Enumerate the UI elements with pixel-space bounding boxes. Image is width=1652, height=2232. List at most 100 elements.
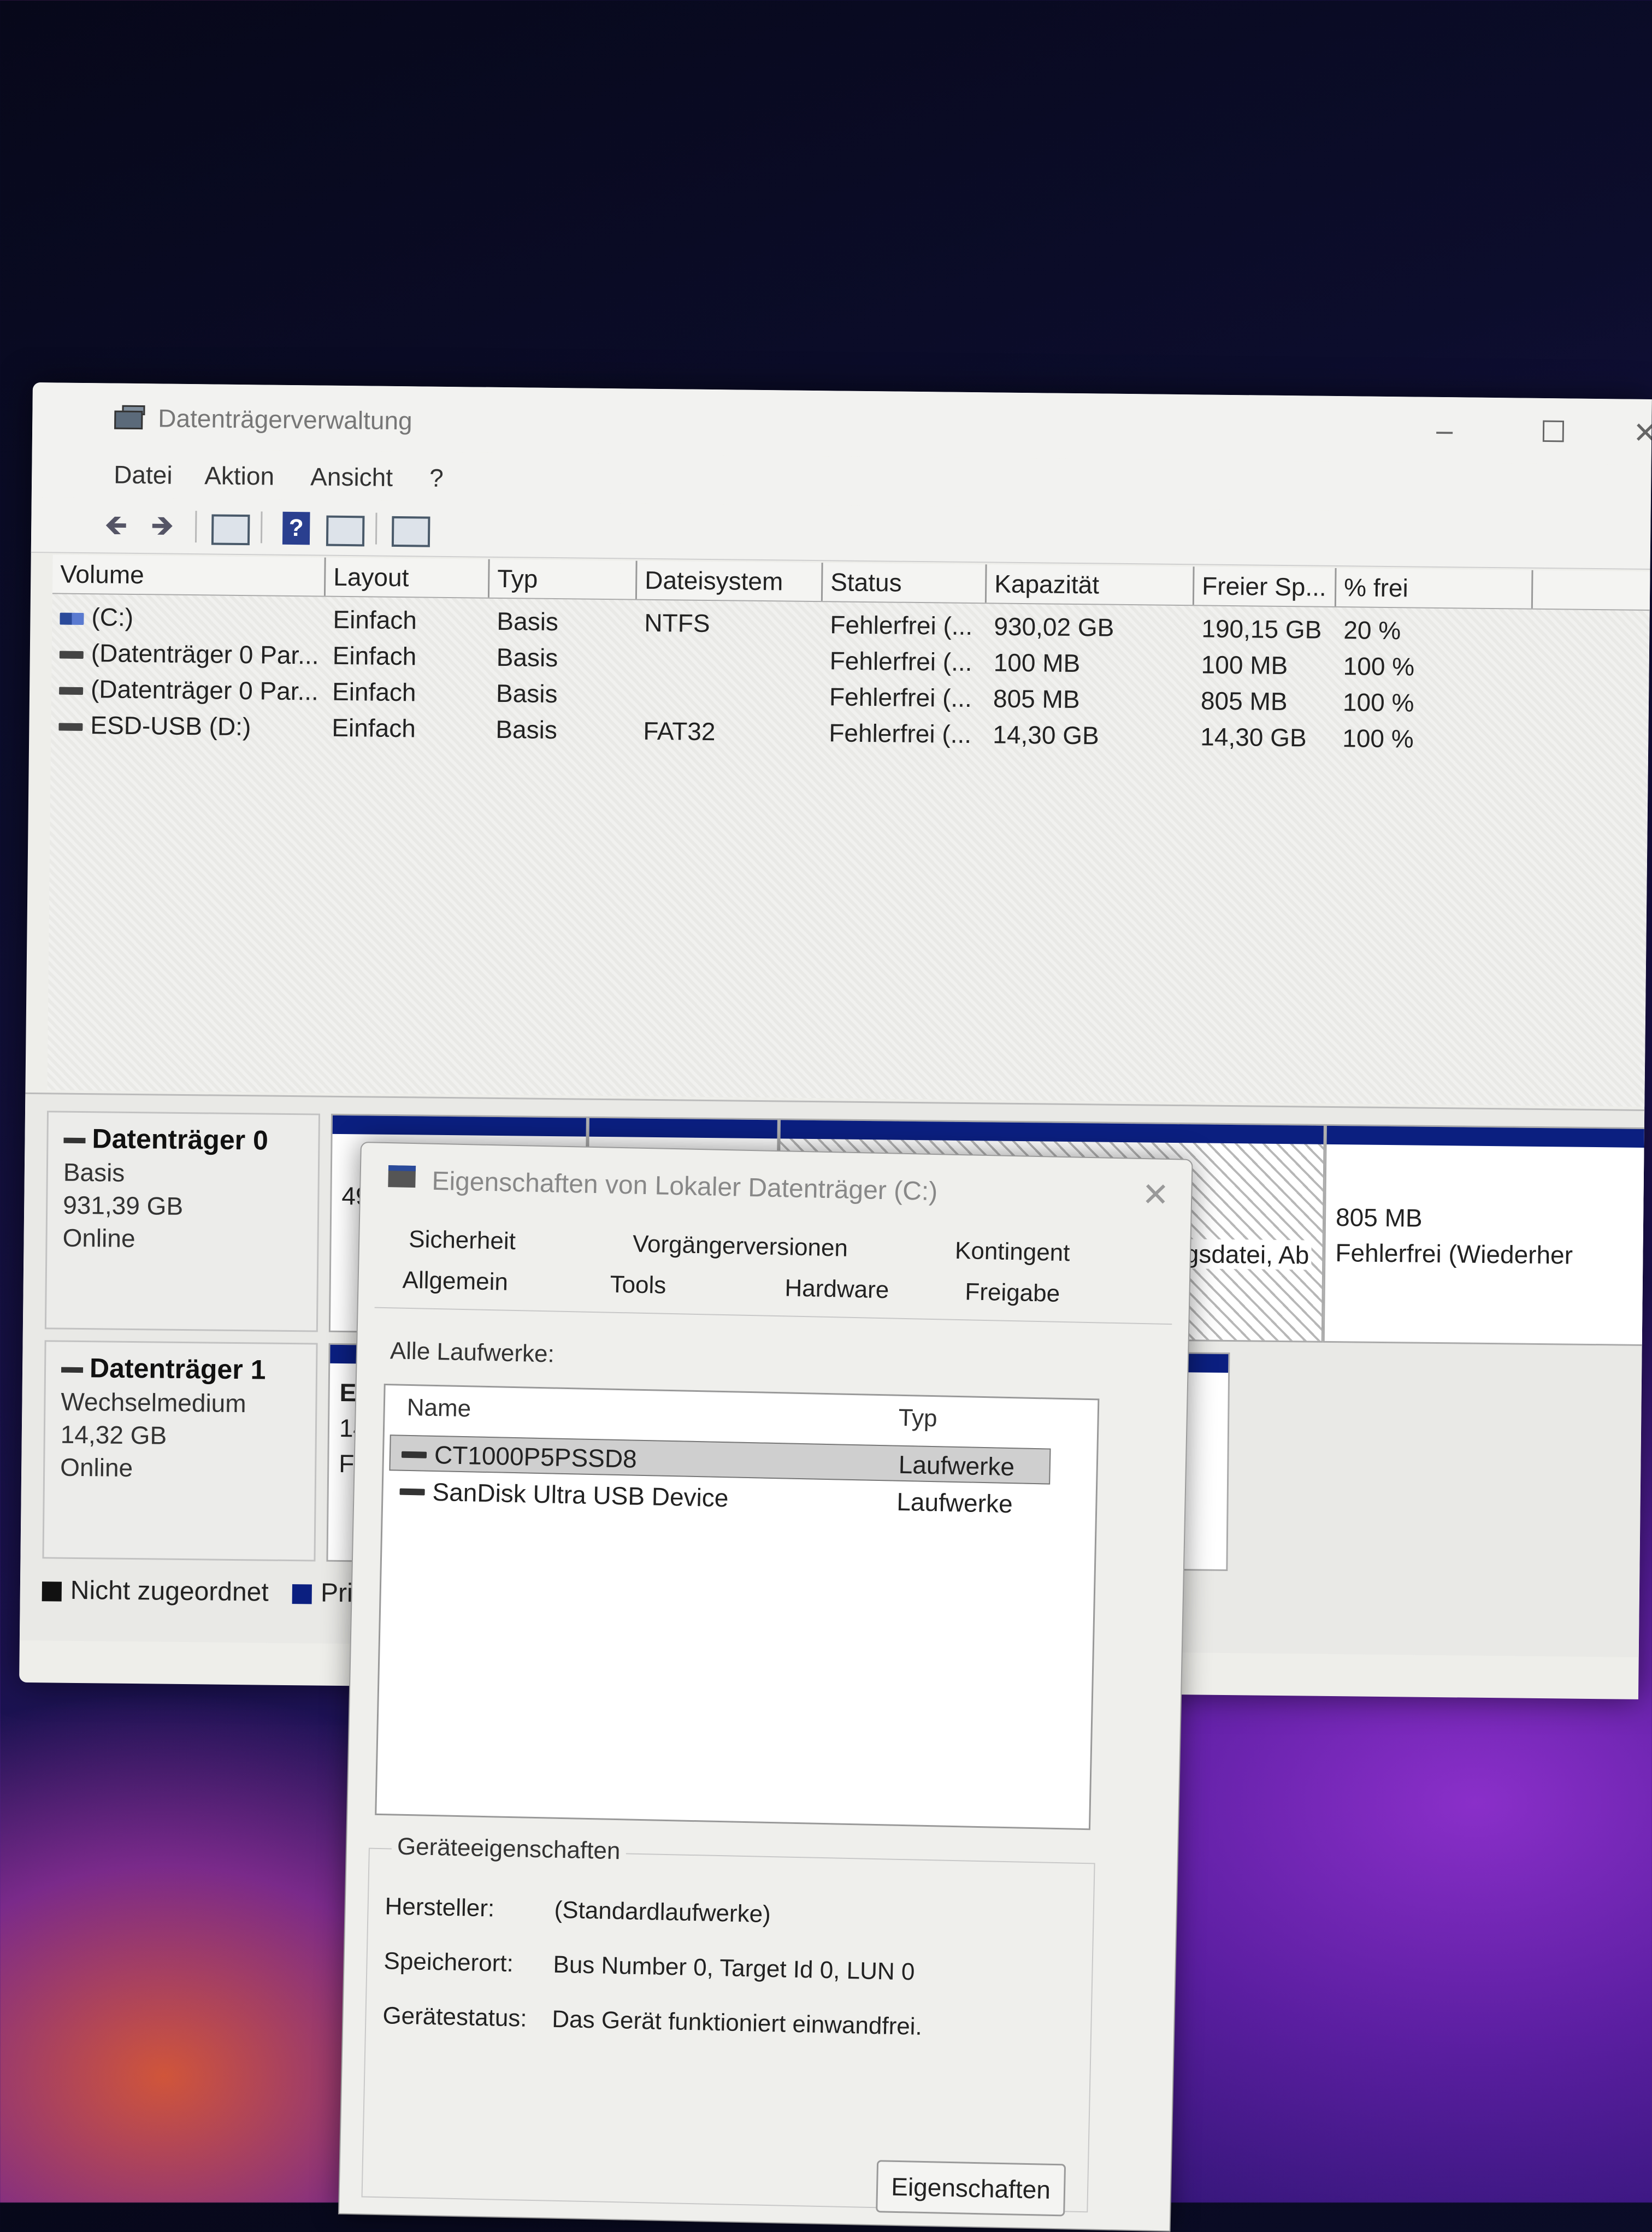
cell-layout: Einfach bbox=[332, 641, 417, 671]
menu-aktion[interactable]: Aktion bbox=[204, 460, 274, 491]
all-drives-label: Alle Laufwerke: bbox=[390, 1337, 555, 1368]
disk-0-name-text: Datenträger 0 bbox=[92, 1123, 269, 1156]
col-typ[interactable]: Typ bbox=[898, 1396, 938, 1440]
disk-0-type: Basis bbox=[63, 1158, 125, 1187]
properties-icon[interactable] bbox=[391, 516, 430, 547]
col-prozent-frei[interactable]: % frei bbox=[1336, 568, 1533, 609]
disk-1-label[interactable]: Datenträger 1 Wechselmedium 14,32 GB Onl… bbox=[42, 1340, 318, 1562]
partition-recovery-status: Fehlerfrei (Wiederher bbox=[1335, 1238, 1573, 1269]
cell-typ: Basis bbox=[495, 678, 558, 708]
cell-prozent: 100 % bbox=[1343, 652, 1415, 681]
properties-button[interactable]: Eigenschaften bbox=[876, 2160, 1066, 2217]
toolbar-separator bbox=[194, 511, 197, 543]
cell-prozent: 100 % bbox=[1342, 688, 1414, 717]
disk-0-size: 931,39 GB bbox=[62, 1190, 184, 1220]
cell-prozent: 20 % bbox=[1343, 616, 1401, 645]
legend-primary: Pri bbox=[320, 1578, 353, 1608]
help-icon[interactable]: ? bbox=[282, 511, 310, 545]
close-button[interactable]: ✕ bbox=[1633, 416, 1652, 450]
cell-status: Fehlerfrei (... bbox=[829, 682, 972, 713]
tab-allgemein[interactable]: Allgemein bbox=[402, 1267, 508, 1296]
forward-arrow-icon[interactable]: 🡺 bbox=[143, 510, 182, 541]
partition-recovery[interactable]: 805 MB Fehlerfrei (Wiederher bbox=[1323, 1124, 1652, 1347]
tab-tools[interactable]: Tools bbox=[610, 1271, 666, 1300]
minimize-button[interactable]: – bbox=[1436, 414, 1453, 447]
partition-primary-bar bbox=[332, 1115, 586, 1137]
disk-1-size: 14,32 GB bbox=[60, 1420, 167, 1450]
device-status-value: Das Gerät funktioniert einwandfrei. bbox=[551, 2005, 923, 2040]
col-freier-speicher[interactable]: Freier Sp... bbox=[1194, 566, 1337, 607]
legend-unallocated: Nicht zugeordnet bbox=[70, 1575, 269, 1607]
os-drive-icon bbox=[60, 612, 84, 625]
cell-frei: 805 MB bbox=[1200, 686, 1288, 716]
col-typ[interactable]: Typ bbox=[489, 559, 638, 599]
cell-frei: 14,30 GB bbox=[1200, 722, 1307, 752]
cell-frei: 100 MB bbox=[1201, 650, 1288, 680]
back-arrow-icon[interactable]: 🡸 bbox=[97, 509, 135, 541]
dialog-close-button[interactable]: ✕ bbox=[1141, 1176, 1170, 1214]
col-layout[interactable]: Layout bbox=[325, 557, 490, 598]
drive-type: Laufwerke bbox=[896, 1487, 1013, 1519]
disk-management-icon bbox=[114, 405, 145, 430]
drive-icon bbox=[401, 1451, 427, 1459]
cell-layout: Einfach bbox=[333, 605, 417, 635]
tab-freigabe[interactable]: Freigabe bbox=[965, 1278, 1060, 1308]
cell-status: Fehlerfrei (... bbox=[829, 646, 972, 677]
menu-help[interactable]: ? bbox=[429, 463, 444, 493]
legend-unallocated-swatch bbox=[42, 1581, 62, 1602]
location-value: Bus Number 0, Target Id 0, LUN 0 bbox=[553, 1951, 915, 1986]
partition-primary-bar bbox=[1326, 1125, 1652, 1148]
disk-0-name: Datenträger 0 bbox=[63, 1123, 303, 1157]
legend-primary-swatch bbox=[292, 1584, 312, 1604]
disk-0-label[interactable]: Datenträger 0 Basis 931,39 GB Online bbox=[44, 1111, 321, 1332]
volume-name-text: ESD-USB (D:) bbox=[90, 711, 251, 741]
volume-name: (C:) bbox=[60, 599, 322, 637]
device-status-label: Gerätestatus: bbox=[382, 2002, 528, 2032]
disk-0-state: Online bbox=[62, 1223, 135, 1253]
partition-primary-bar bbox=[780, 1120, 1324, 1144]
location-label: Speicherort: bbox=[384, 1947, 514, 1977]
legend: Nicht zugeordnet Pri bbox=[42, 1575, 353, 1608]
tab-hardware-active[interactable]: Hardware bbox=[784, 1274, 889, 1307]
drive-type: Laufwerke bbox=[898, 1450, 1015, 1481]
col-volume[interactable]: Volume bbox=[52, 554, 326, 596]
action-pane-icon[interactable] bbox=[326, 515, 365, 547]
volume-name-text: (Datenträger 0 Par... bbox=[90, 675, 319, 706]
disk-1-name: Datenträger 1 bbox=[61, 1352, 301, 1386]
col-status[interactable]: Status bbox=[822, 563, 987, 603]
menu-ansicht[interactable]: Ansicht bbox=[310, 462, 393, 492]
device-properties-title: Geräteeigenschaften bbox=[391, 1833, 626, 1865]
disk-icon bbox=[61, 1367, 84, 1373]
cell-typ: Basis bbox=[496, 642, 558, 672]
drive-name: CT1000P5PSSD8 bbox=[434, 1440, 638, 1473]
menu-datei[interactable]: Datei bbox=[114, 460, 173, 490]
drive-icon bbox=[59, 687, 84, 695]
disk-icon bbox=[63, 1137, 86, 1143]
cell-kapazitaet: 14,30 GB bbox=[993, 720, 1099, 750]
cell-dateisystem: FAT32 bbox=[643, 716, 716, 746]
drive-icon bbox=[388, 1165, 416, 1188]
tab-kontingent[interactable]: Kontingent bbox=[955, 1237, 1070, 1267]
col-kapazitaet[interactable]: Kapazität bbox=[986, 564, 1195, 605]
tab-divider bbox=[374, 1307, 1172, 1325]
volume-name: (Datenträger 0 Par... bbox=[59, 635, 322, 674]
volume-list: Volume Layout Typ Dateisystem Status Kap… bbox=[47, 554, 1650, 1107]
console-tree-icon[interactable] bbox=[211, 514, 250, 546]
tab-vorgaengerversionen[interactable]: Vorgängerversionen bbox=[633, 1230, 848, 1262]
cell-prozent: 100 % bbox=[1342, 724, 1414, 753]
tab-sicherheit[interactable]: Sicherheit bbox=[409, 1226, 516, 1255]
volume-name-text: (Datenträger 0 Par... bbox=[91, 639, 319, 670]
col-dateisystem[interactable]: Dateisystem bbox=[636, 560, 823, 601]
maximize-button[interactable]: ☐ bbox=[1540, 415, 1567, 450]
usb-drive-icon bbox=[399, 1488, 425, 1496]
drive-list[interactable]: Name Typ CT1000P5PSSD8 Laufwerke SanDisk… bbox=[375, 1383, 1100, 1831]
cell-layout: Einfach bbox=[332, 713, 416, 743]
dialog-title: Eigenschaften von Lokaler Datenträger (C… bbox=[431, 1166, 938, 1207]
cell-frei: 190,15 GB bbox=[1201, 614, 1322, 644]
partition-primary-bar bbox=[589, 1118, 777, 1139]
col-name[interactable]: Name bbox=[406, 1386, 471, 1431]
toolbar-separator bbox=[260, 511, 263, 544]
properties-dialog: Eigenschaften von Lokaler Datenträger (C… bbox=[338, 1142, 1193, 2232]
disk-1-name-text: Datenträger 1 bbox=[89, 1353, 266, 1385]
toolbar-separator bbox=[375, 512, 377, 545]
